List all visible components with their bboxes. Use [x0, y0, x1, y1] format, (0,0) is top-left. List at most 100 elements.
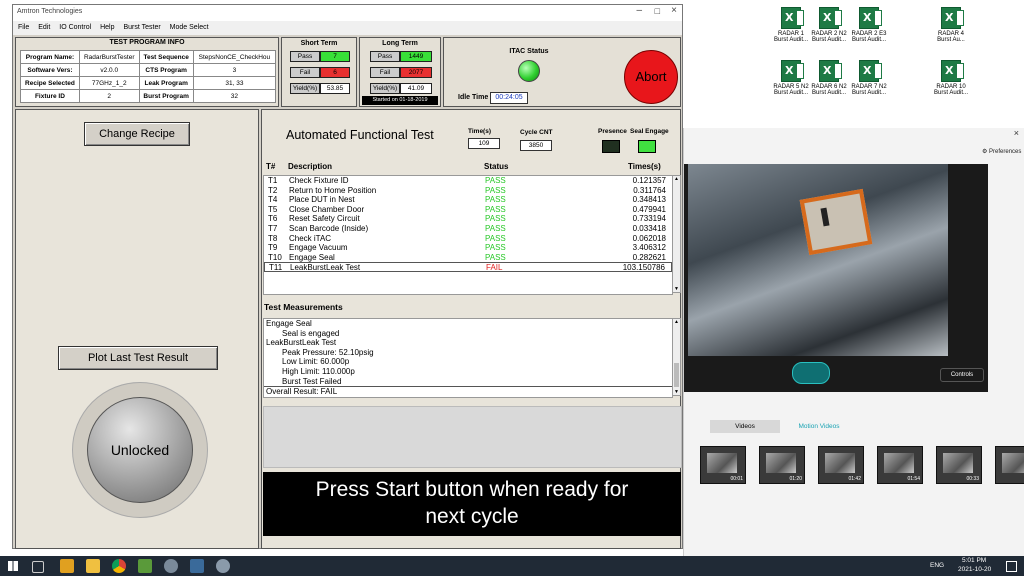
notification-icon[interactable] — [1006, 561, 1017, 572]
minimize-button[interactable]: – — [636, 5, 642, 16]
measurements-heading: Test Measurements — [264, 302, 343, 312]
step-time: 0.282621 — [632, 252, 666, 262]
controls-button[interactable]: Controls — [940, 368, 984, 382]
menu-mode-select[interactable]: Mode Select — [170, 24, 209, 31]
step-description: Check iTAC — [289, 233, 332, 243]
table-row[interactable]: T5 Close Chamber Door PASS 0.479941 — [264, 205, 672, 215]
abort-button[interactable]: Abort — [624, 50, 678, 104]
step-number: T2 — [268, 185, 278, 195]
presence-led — [602, 140, 620, 153]
video-thumbnail[interactable]: 01:54 — [877, 446, 923, 484]
scroll-up-icon[interactable]: ▲ — [673, 319, 680, 325]
itac-panel: ITAC Status Idle Time 00:24:05 Abort — [443, 37, 681, 107]
table-row[interactable]: T1 Check Fixture ID PASS 0.121357 — [264, 176, 672, 186]
measurements-log[interactable]: Engage Seal Seal is engaged LeakBurstLeak … — [263, 318, 673, 398]
video-thumbnail[interactable]: 00:01 — [700, 446, 746, 484]
language-indicator[interactable]: ENG — [930, 562, 944, 569]
col-status-header: Status — [484, 162, 509, 171]
table-row[interactable]: T6 Reset Safety Circuit PASS 0.733194 — [264, 214, 672, 224]
log-scrollbar[interactable]: ▲ ▼ — [672, 318, 681, 396]
log-line: LeakBurstLeak Test — [266, 338, 337, 348]
scroll-thumb[interactable] — [674, 363, 679, 387]
step-time: 3.406312 — [632, 243, 666, 253]
video-thumbnail[interactable] — [995, 446, 1024, 484]
video-thumbnail[interactable]: 00:33 — [936, 446, 982, 484]
video-thumbnail[interactable]: 01:42 — [818, 446, 864, 484]
plot-last-test-result-button[interactable]: Plot Last Test Result — [58, 346, 218, 370]
search-app-icon[interactable] — [164, 559, 178, 573]
desktop-excel-file-7[interactable]: RADAR 7 N2Burst Audit... — [846, 60, 892, 96]
tab-motion-videos[interactable]: Motion Videos — [784, 420, 854, 433]
excel-file-icon — [941, 7, 964, 29]
step-time: 0.311764 — [633, 185, 666, 195]
file-explorer-icon[interactable] — [86, 559, 100, 573]
table-row[interactable]: T9 Engage Vacuum PASS 3.406312 — [264, 243, 672, 253]
table-row[interactable]: T4 Place DUT in Nest PASS 0.348413 — [264, 195, 672, 205]
operator-prompt: Press Start button when ready for next c… — [263, 472, 681, 536]
table-row[interactable]: T2 Return to Home Position PASS 0.311764 — [264, 186, 672, 196]
lock-state-button[interactable]: Unlocked — [87, 397, 193, 503]
step-status: PASS — [485, 204, 506, 214]
scroll-down-icon[interactable]: ▼ — [673, 389, 680, 395]
start-icon[interactable] — [8, 561, 18, 571]
camera-app-icon[interactable] — [190, 559, 204, 573]
log-line: Seal is engaged — [282, 328, 340, 338]
menu-edit[interactable]: Edit — [38, 24, 50, 31]
log-line: Peak Pressure: 52.10psig — [282, 347, 374, 357]
excel-file-icon — [781, 60, 804, 82]
table-row[interactable]: T8 Check iTAC PASS 0.062018 — [264, 234, 672, 244]
clock-time[interactable]: 5:01 PM — [962, 557, 986, 564]
maximize-button[interactable]: □ — [655, 6, 660, 16]
step-number: T7 — [268, 224, 278, 233]
close-button[interactable]: × — [671, 5, 677, 16]
test-program-info-panel: TEST PROGRAM INFO Program Name: RadarBurs… — [15, 37, 279, 107]
clock-date[interactable]: 2021-10-20 — [958, 566, 991, 573]
task-view-icon[interactable] — [32, 561, 44, 573]
app-icon[interactable] — [216, 559, 230, 573]
preferences-button[interactable]: ⚙ Preferences — [982, 148, 1021, 155]
scroll-up-icon[interactable]: ▲ — [673, 176, 680, 182]
menu-io-control[interactable]: IO Control — [59, 24, 91, 31]
menu-help[interactable]: Help — [100, 24, 114, 31]
idle-time-label: Idle Time — [458, 94, 489, 101]
step-description: Return to Home Position — [289, 185, 377, 195]
step-status: FAIL — [486, 263, 503, 273]
tab-videos[interactable]: Videos — [710, 420, 780, 433]
desktop-excel-file-4[interactable]: RADAR 4Burst Au... — [928, 7, 974, 43]
info-row: Program Name: RadarBurstTester Test Sequen… — [20, 50, 277, 64]
left-control-panel: Change Recipe Plot Last Test Result Unlo… — [15, 109, 259, 549]
step-status: PASS — [485, 243, 506, 253]
excel-file-icon — [781, 7, 804, 29]
app-icon[interactable] — [138, 559, 152, 573]
desktop-excel-file-3[interactable]: RADAR 2 E3Burst Audit... — [846, 7, 892, 43]
itac-status-label: ITAC Status — [509, 48, 549, 55]
short-fail-value: 6 — [320, 67, 350, 78]
short-pass-label: Pass — [290, 51, 320, 62]
record-button[interactable] — [792, 362, 830, 384]
step-number: T8 — [268, 233, 278, 243]
table-row[interactable]: T11 LeakBurstLeak Test FAIL 103.150786 — [264, 262, 672, 272]
close-icon[interactable]: × — [1014, 128, 1019, 138]
step-status: PASS — [485, 195, 506, 205]
scroll-down-icon[interactable]: ▼ — [673, 286, 680, 292]
cycle-cnt-value: 3850 — [520, 140, 552, 151]
step-time: 0.121357 — [632, 176, 666, 185]
aft-title: Automated Functional Test — [286, 128, 434, 142]
change-recipe-button[interactable]: Change Recipe — [84, 122, 190, 146]
functional-test-panel: Automated Functional Test Time(s) 109 Cy… — [261, 109, 682, 549]
lock-indicator: Unlocked — [72, 382, 208, 518]
menu-burst-tester[interactable]: Burst Tester — [123, 24, 160, 31]
presence-label: Presence — [598, 128, 627, 135]
menu-file[interactable]: File — [18, 24, 29, 31]
step-time: 103.150786 — [622, 263, 665, 273]
test-program-info-heading: TEST PROGRAM INFO — [109, 39, 185, 46]
table-row[interactable]: T10 Engage Seal PASS 0.282621 — [264, 253, 672, 263]
video-thumbnail[interactable]: 01:20 — [759, 446, 805, 484]
step-number: T6 — [268, 214, 278, 224]
steps-scrollbar[interactable]: ▲ ▼ — [672, 175, 681, 293]
app-icon[interactable] — [60, 559, 74, 573]
desktop-excel-file-8[interactable]: RADAR 10Burst Audit... — [928, 60, 974, 96]
chrome-icon[interactable] — [112, 559, 126, 573]
test-steps-list[interactable]: T1 Check Fixture ID PASS 0.121357 T2 Return t… — [263, 175, 673, 295]
table-row[interactable]: T7 Scan Barcode (Inside) PASS 0.033418 — [264, 224, 672, 234]
